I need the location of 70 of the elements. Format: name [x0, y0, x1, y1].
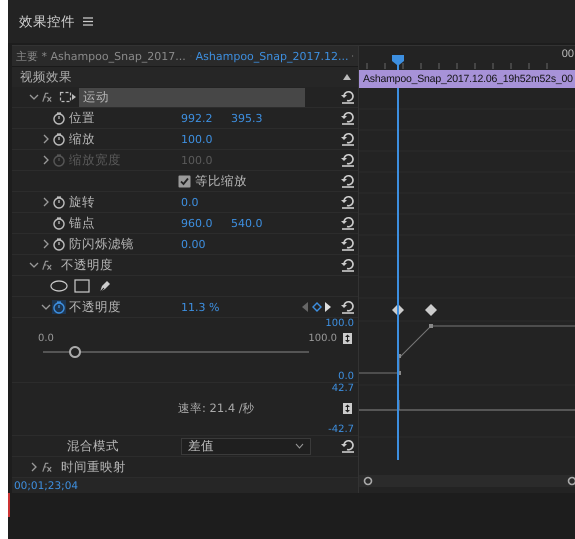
value-field[interactable]: 11.3 %: [181, 300, 231, 314]
blend-mode-dropdown[interactable]: 差值: [181, 438, 311, 454]
checkbox[interactable]: [178, 174, 191, 188]
ellipse-mask-icon[interactable]: [50, 280, 68, 292]
reset-icon[interactable]: [340, 215, 356, 231]
vertical-resize-icon[interactable]: [343, 332, 352, 344]
reset-icon[interactable]: [340, 257, 356, 273]
sequence-tab[interactable]: Ashampoo_Snap_2017.12...: [192, 46, 352, 66]
value-field[interactable]: 0.00: [181, 238, 231, 250]
effect-name[interactable]: 运动: [79, 88, 305, 106]
stopwatch-icon[interactable]: [52, 216, 66, 230]
reset-icon[interactable]: [340, 194, 356, 210]
playhead-marker-icon[interactable]: [392, 55, 404, 70]
value-field[interactable]: 960.0: [181, 216, 231, 230]
scroll-handle-icon[interactable]: [363, 476, 373, 486]
fx-icon: [40, 91, 53, 103]
vertical-resize-icon[interactable]: [343, 402, 352, 414]
fx-icon: [40, 259, 53, 271]
property-label: 锚点: [68, 214, 96, 232]
reset-icon[interactable]: [340, 438, 356, 454]
reset-icon[interactable]: [340, 89, 356, 105]
scroll-up-icon[interactable]: [342, 73, 352, 81]
velocity-readout: 速率: 21.4 /秒: [178, 400, 255, 416]
slider-thumb[interactable]: [68, 346, 81, 358]
add-keyframe-icon[interactable]: [312, 302, 322, 312]
section-label: 视频效果: [20, 68, 72, 86]
axis-max-label: 42.7: [332, 383, 354, 396]
effect-name[interactable]: 不透明度: [57, 256, 283, 274]
stopwatch-icon[interactable]: [52, 111, 66, 125]
value-field[interactable]: 992.2: [181, 112, 231, 124]
panel-title: 效果控件: [19, 12, 75, 30]
checkbox-label: 等比缩放: [195, 172, 247, 190]
ruler-timecode: 00: [562, 48, 574, 60]
reset-icon[interactable]: [340, 131, 356, 147]
value-field[interactable]: 395.3: [231, 112, 286, 124]
stopwatch-icon[interactable]: [52, 195, 66, 209]
fx-icon: [40, 461, 53, 473]
clip-bar[interactable]: Ashampoo_Snap_2017.12.06_19h52m52s_00: [359, 70, 575, 88]
stopwatch-icon[interactable]: [52, 237, 66, 251]
property-label: 位置: [68, 110, 96, 126]
next-keyframe-icon[interactable]: [325, 302, 332, 312]
property-label: 防闪烁滤镜: [68, 236, 135, 252]
menu-icon[interactable]: [83, 17, 93, 26]
stopwatch-icon[interactable]: [52, 132, 66, 146]
caret-icon: [295, 443, 304, 449]
previous-keyframe-icon[interactable]: [302, 302, 309, 312]
slider-max-label: 100.0: [308, 332, 337, 344]
reset-icon[interactable]: [340, 299, 356, 315]
timecode: 00;01;23;04: [14, 480, 78, 492]
value-field[interactable]: 100.0: [181, 132, 231, 146]
stopwatch-icon[interactable]: [52, 300, 66, 314]
transform-box-icon[interactable]: [59, 91, 77, 103]
sequence-tab[interactable]: 主要 * Ashampoo_Snap_2017...: [12, 46, 190, 66]
axis-max-label: 100.0: [325, 318, 354, 330]
slider-min-label: 0.0: [38, 332, 54, 344]
reset-icon[interactable]: [340, 173, 356, 189]
property-label: 缩放: [68, 130, 96, 148]
property-label: 混合模式: [67, 438, 120, 454]
property-label: 旋转: [68, 194, 96, 210]
property-label: 不透明度: [68, 298, 122, 316]
rectangle-mask-icon[interactable]: [74, 279, 90, 293]
axis-min-label: 0.0: [338, 371, 354, 382]
reset-icon[interactable]: [340, 236, 356, 252]
effect-name[interactable]: 时间重映射: [57, 458, 283, 476]
reset-icon[interactable]: [340, 152, 356, 168]
value-field[interactable]: 540.0: [231, 216, 286, 230]
value-field[interactable]: 0.0: [181, 196, 231, 208]
axis-min-label: -42.7: [328, 424, 354, 435]
pen-icon[interactable]: [98, 279, 112, 293]
reset-icon[interactable]: [340, 110, 356, 126]
